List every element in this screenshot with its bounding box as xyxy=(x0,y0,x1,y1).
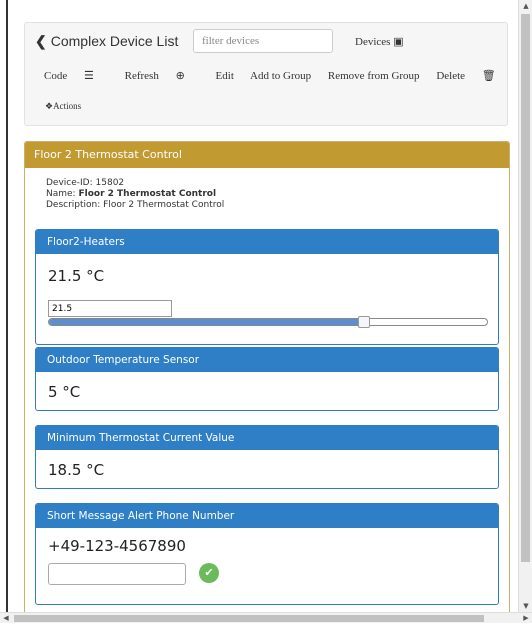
filter-input[interactable] xyxy=(193,29,333,53)
device-card: Floor 2 Thermostat Control Device-ID: 15… xyxy=(24,141,510,615)
heaters-slider-fill xyxy=(49,319,365,325)
toolbar-actions-row: Code ☰ Refresh ⊕ Edit Add to Group Remov… xyxy=(44,69,524,82)
scroll-up-icon[interactable]: ▲ xyxy=(519,0,532,12)
vertical-scrollbar[interactable]: ▲ ▼ xyxy=(518,0,532,612)
refresh-label: Refresh xyxy=(124,70,159,82)
scroll-right-icon[interactable]: ▶ xyxy=(520,613,532,624)
back-link[interactable]: ❮ Complex Device List xyxy=(35,33,178,50)
sms-phone-value: +49-123-4567890 xyxy=(48,537,186,555)
outdoor-value: 5 °C xyxy=(48,383,81,401)
remove-from-group-button[interactable]: Remove from Group xyxy=(328,70,420,82)
delete-label: Delete xyxy=(436,70,466,82)
sms-panel-header: Short Message Alert Phone Number xyxy=(36,504,498,528)
device-description-value: Floor 2 Thermostat Control xyxy=(103,200,225,210)
confirm-button[interactable]: ✔ xyxy=(199,563,219,583)
horizontal-scroll-thumb[interactable] xyxy=(14,615,484,622)
device-id-value: 15802 xyxy=(95,178,125,188)
device-list-toolbar: ❮Complex Device List Devices ▣ Code ☰ Re… xyxy=(24,22,508,126)
device-description-line: Description: Floor 2 Thermostat Control xyxy=(46,200,224,211)
window-frame xyxy=(0,0,8,612)
check-icon: ✔ xyxy=(204,566,214,579)
horizontal-scrollbar[interactable]: ◀ ▶ xyxy=(0,612,532,623)
scroll-down-icon[interactable]: ▼ xyxy=(519,600,532,612)
heaters-setpoint-input[interactable] xyxy=(48,300,172,317)
heaters-value: 21.5 °C xyxy=(48,267,105,285)
heaters-panel-header: Floor2-Heaters xyxy=(36,230,498,254)
device-icon: ▣ xyxy=(393,36,404,48)
phone-number-input[interactable] xyxy=(48,563,186,585)
devices-button[interactable]: Devices ▣ xyxy=(355,35,404,48)
outdoor-panel-header: Outdoor Temperature Sensor xyxy=(36,348,498,372)
device-id-label: Device-ID: xyxy=(46,178,93,188)
minimum-panel-header: Minimum Thermostat Current Value xyxy=(36,426,498,450)
devices-label: Devices xyxy=(355,36,391,48)
minimum-value: 18.5 °C xyxy=(48,461,105,479)
code-button[interactable]: Code ☰ xyxy=(44,70,108,82)
device-name-line: Name: Floor 2 Thermostat Control xyxy=(46,189,224,200)
device-card-header: Floor 2 Thermostat Control xyxy=(25,142,509,168)
device-metadata: Device-ID: 15802 Name: Floor 2 Thermosta… xyxy=(46,178,224,211)
refresh-button[interactable]: Refresh ⊕ xyxy=(125,70,199,82)
edit-button[interactable]: Edit xyxy=(216,70,234,82)
device-name-value: Floor 2 Thermostat Control xyxy=(78,189,217,199)
vertical-scroll-thumb[interactable] xyxy=(521,14,530,562)
actions-button[interactable]: ❖Actions xyxy=(45,101,81,112)
heaters-panel: Floor2-Heaters 21.5 °C xyxy=(35,229,499,345)
info-icon: ❖ xyxy=(45,101,54,111)
delete-button[interactable]: Delete 🗑 xyxy=(436,70,509,82)
add-to-group-button[interactable]: Add to Group xyxy=(250,70,311,82)
device-id-line: Device-ID: 15802 xyxy=(46,178,224,189)
code-label: Code xyxy=(44,70,68,82)
heaters-slider-handle[interactable] xyxy=(358,316,371,328)
scroll-left-icon[interactable]: ◀ xyxy=(0,613,12,624)
back-label: Complex Device List xyxy=(50,33,179,49)
device-description-label: Description: xyxy=(46,200,101,210)
refresh-icon: ⊕ xyxy=(175,70,185,82)
device-name-label: Name: xyxy=(46,189,76,199)
minimum-panel: Minimum Thermostat Current Value 18.5 °C xyxy=(35,425,499,489)
list-icon: ☰ xyxy=(83,70,94,82)
heaters-slider[interactable] xyxy=(48,316,488,328)
outdoor-panel: Outdoor Temperature Sensor 5 °C xyxy=(35,347,499,411)
trash-icon: 🗑 xyxy=(481,70,496,82)
actions-label: Actions xyxy=(53,101,82,111)
chevron-left-icon: ❮ xyxy=(35,33,47,49)
sms-panel: Short Message Alert Phone Number +49-123… xyxy=(35,503,499,605)
